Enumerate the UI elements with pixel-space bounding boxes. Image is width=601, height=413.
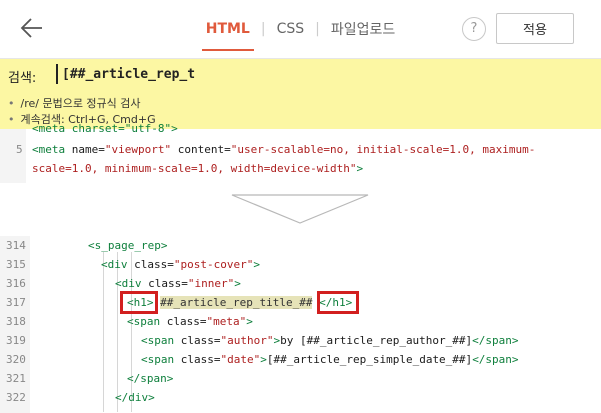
code-row: 318 <span class="meta"> <box>0 312 601 330</box>
code-row: 314 <s_page_rep> <box>0 236 601 254</box>
code-text: <span class="author">by [##_article_rep_… <box>141 334 519 347</box>
code-token: "meta" <box>206 315 247 328</box>
code-text: <div class="post-cover"> <box>101 258 260 271</box>
code-attr: content= <box>177 143 231 156</box>
line-number: 319 <box>6 334 26 347</box>
line-number: 315 <box>6 258 26 271</box>
code-token: </span> <box>472 334 519 347</box>
line-gutter <box>0 129 26 183</box>
code-token: class= <box>148 277 188 290</box>
search-hint-regex: •/re/ 문법으로 정규식 검사 <box>8 97 141 110</box>
code-token: > <box>260 353 267 366</box>
code-text: <span class="meta"> <box>127 315 253 328</box>
code-value: scale=1.0, minimum-scale=1.0, width=devi… <box>32 162 357 175</box>
code-token: <s_page_rep> <box>88 239 168 252</box>
tab-html[interactable]: HTML <box>201 21 254 51</box>
code-tag: > <box>356 162 364 175</box>
search-match: ##_article_rep_title_## <box>160 296 313 309</box>
apply-button[interactable]: 적용 <box>496 13 574 44</box>
line-number: 321 <box>6 372 26 385</box>
code-token: > <box>246 315 253 328</box>
code-line: <meta name="viewport" content="user-scal… <box>32 143 535 156</box>
code-row: 322 </div> <box>0 388 601 406</box>
code-token: class= <box>134 258 174 271</box>
code-value: "user-scalable=no, initial-scale=1.0, ma… <box>230 143 536 156</box>
code-line: scale=1.0, minimum-scale=1.0, width=devi… <box>32 162 363 175</box>
line-number: 314 <box>6 239 26 252</box>
line-number: 316 <box>6 277 26 290</box>
code-token: "inner" <box>187 277 235 290</box>
highlight-box-h1-open <box>120 291 158 314</box>
code-token: <span <box>141 334 181 347</box>
code-row: 319 <span class="author">by [##_article_r… <box>0 331 601 349</box>
code-text: <meta charset="utf-8"> <box>32 122 178 132</box>
help-button[interactable]: ? <box>462 17 486 41</box>
code-row: 316 <div class="inner"> <box>0 274 601 292</box>
search-panel: 검색: •/re/ 문법으로 정규식 검사 •계속검색: Ctrl+G, Cmd… <box>0 59 601 129</box>
code-token: </div> <box>115 391 155 404</box>
code-token: <div <box>115 277 149 290</box>
code-token: <div <box>101 258 135 271</box>
hint-text: /re/ 문법으로 정규식 검사 <box>20 97 141 110</box>
code-row: 317 <h1> ##_article_rep_title_## </h1> <box>0 293 601 311</box>
code-token: </span> <box>472 353 519 366</box>
line-number: 5 <box>16 143 23 156</box>
line-number: 320 <box>6 353 26 366</box>
down-arrow-icon <box>231 194 369 224</box>
line-number: 317 <box>6 296 26 309</box>
search-label: 검색: <box>8 71 37 86</box>
code-token: class= <box>180 353 221 366</box>
code-row: 315 <div class="post-cover"> <box>0 255 601 273</box>
code-token: <span <box>141 353 181 366</box>
code-token: "date" <box>220 353 261 366</box>
search-input[interactable] <box>56 64 402 84</box>
code-row: 321 </span> <box>0 369 601 387</box>
tab-separator: | <box>260 21 266 37</box>
code-attr: name= <box>71 143 105 156</box>
tab-css[interactable]: CSS <box>275 21 307 37</box>
code-text: </div> <box>115 391 155 404</box>
code-token: > <box>234 277 241 290</box>
code-row: 320 <span class="date">[##_article_rep_si… <box>0 350 601 368</box>
tab-file-upload[interactable]: 파일업로드 <box>329 19 397 39</box>
code-token: [##_article_rep_simple_date_##] <box>266 353 473 366</box>
code-token: class= <box>166 315 207 328</box>
code-token: by [##_article_rep_author_##] <box>280 334 473 347</box>
line-number: 322 <box>6 391 26 404</box>
code-text: <s_page_rep> <box>88 239 167 252</box>
code-token: "post-cover" <box>173 258 254 271</box>
highlight-box-h1-close <box>317 291 359 314</box>
code-token: "author" <box>220 334 274 347</box>
code-token: <span <box>127 315 167 328</box>
code-text: <span class="date">[##_article_rep_simpl… <box>141 353 519 366</box>
line-number: 318 <box>6 315 26 328</box>
code-line-partial: <meta charset="utf-8"> <box>32 122 178 132</box>
code-value: "viewport" <box>104 143 178 156</box>
code-text: </span> <box>127 372 173 385</box>
tab-separator: | <box>315 21 320 37</box>
code-tag: <meta <box>32 143 72 156</box>
code-token: class= <box>180 334 221 347</box>
editor-header: HTML | CSS | 파일업로드 ? 적용 <box>0 0 601 59</box>
code-token: > <box>253 258 260 271</box>
code-token: </span> <box>127 372 174 385</box>
code-text: <div class="inner"> <box>115 277 241 290</box>
